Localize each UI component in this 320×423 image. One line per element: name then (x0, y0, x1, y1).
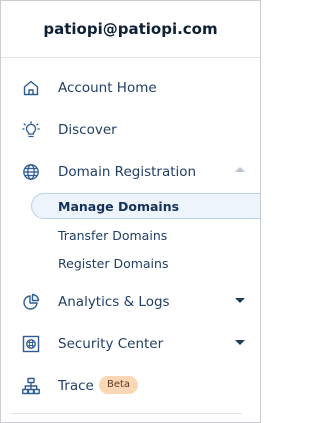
sidebar-item-domain-registration[interactable]: Domain Registration (1, 154, 260, 190)
sidebar-item-label: Discover (58, 122, 117, 138)
sidebar-item-label: Domain Registration (58, 164, 197, 180)
sidebar-subitem-transfer-domains[interactable]: Transfer Domains (31, 222, 260, 248)
divider (11, 413, 242, 414)
sidebar-item-security-center[interactable]: Security Center (1, 326, 260, 362)
sidebar-item-account-home[interactable]: Account Home (1, 70, 260, 106)
sidebar-subitem-manage-domains[interactable]: Manage Domains (31, 193, 260, 219)
account-email[interactable]: patiopi@patiopi.com (1, 1, 260, 58)
sidebar-item-discover[interactable]: Discover (1, 112, 260, 148)
sidebar-subitem-label: Manage Domains (58, 198, 180, 214)
sidebar-subitem-register-domains[interactable]: Register Domains (31, 250, 260, 276)
sidebar-subitem-label: Transfer Domains (58, 227, 168, 243)
sidebar-item-label: Trace (58, 378, 94, 394)
sidebar-item-analytics-logs[interactable]: Analytics & Logs (1, 284, 260, 320)
sidebar-item-label: Security Center (58, 336, 164, 352)
chevron-up-icon[interactable] (235, 167, 245, 172)
shield-grid-icon (22, 335, 40, 353)
lightbulb-icon (22, 121, 40, 139)
sidebar-item-trace[interactable]: Trace Beta (1, 368, 260, 404)
sidebar-item-label: Analytics & Logs (58, 294, 170, 310)
globe-icon (22, 163, 40, 181)
sidebar-subitem-label: Register Domains (58, 255, 169, 271)
network-tree-icon (22, 377, 40, 395)
chevron-down-icon[interactable] (235, 298, 245, 303)
beta-badge: Beta (99, 376, 139, 394)
chevron-down-icon[interactable] (235, 340, 245, 345)
pie-chart-icon (22, 293, 40, 311)
sidebar-panel: patiopi@patiopi.com Account Home Discove… (0, 0, 261, 423)
home-icon (22, 79, 40, 97)
sidebar-item-label: Account Home (58, 80, 157, 96)
